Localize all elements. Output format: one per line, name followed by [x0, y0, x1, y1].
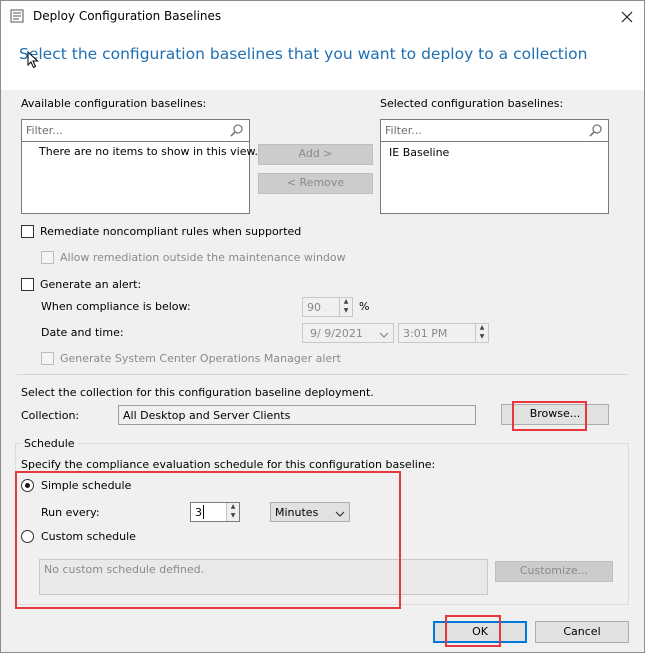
section-divider [17, 374, 628, 375]
generate-alert-checkbox[interactable] [21, 278, 34, 291]
available-filter-input[interactable]: Filter... [22, 120, 249, 142]
collection-intro: Select the collection for this configura… [21, 386, 374, 399]
scom-alert-checkbox[interactable] [41, 352, 54, 365]
time-picker[interactable]: 3:01 PM ▲ ▼ [398, 323, 489, 343]
highlight-box-schedule [15, 471, 401, 609]
dialog-window: Deploy Configuration Baselines Select th… [0, 0, 645, 653]
date-picker[interactable]: 9/ 9/2021 [302, 323, 394, 343]
selected-filter-input[interactable]: Filter... [381, 120, 608, 142]
window-title: Deploy Configuration Baselines [33, 9, 222, 23]
close-icon[interactable] [619, 9, 635, 25]
compliance-below-label: When compliance is below: [41, 300, 191, 313]
available-filter-placeholder: Filter... [26, 124, 63, 137]
title-bar[interactable]: Deploy Configuration Baselines [1, 1, 644, 32]
date-time-label: Date and time: [41, 326, 124, 339]
add-button[interactable]: Add > [258, 144, 373, 165]
selected-baselines-list[interactable]: Filter... IE Baseline [380, 119, 609, 214]
scom-alert-label: Generate System Center Operations Manage… [60, 352, 341, 365]
highlight-box-ok [445, 615, 501, 647]
empty-list-message: There are no items to show in this view. [39, 145, 258, 158]
spin-up-icon[interactable]: ▲ [475, 324, 488, 333]
generate-alert-label: Generate an alert: [40, 278, 142, 291]
chevron-down-icon[interactable] [379, 329, 389, 338]
compliance-value: 90 [307, 301, 321, 314]
allow-remediation-label: Allow remediation outside the maintenanc… [60, 251, 346, 264]
compliance-stepper[interactable]: 90 ▲ ▼ [302, 297, 353, 317]
app-icon [10, 9, 24, 23]
collection-field: All Desktop and Server Clients [118, 405, 476, 425]
spin-down-icon[interactable]: ▼ [339, 307, 352, 316]
remediate-label: Remediate noncompliant rules when suppor… [40, 225, 302, 238]
collection-label: Collection: [21, 409, 80, 422]
search-icon[interactable] [589, 123, 603, 137]
available-baselines-list[interactable]: Filter... There are no items to show in … [21, 119, 258, 214]
selected-baselines-label: Selected configuration baselines: [380, 97, 564, 110]
list-item[interactable]: IE Baseline [389, 146, 449, 159]
highlight-box-browse [512, 401, 587, 431]
time-value: 3:01 PM [403, 327, 448, 340]
mouse-cursor-icon [27, 50, 39, 69]
remediate-checkbox[interactable] [21, 225, 34, 238]
selected-filter-placeholder: Filter... [385, 124, 422, 137]
cancel-button[interactable]: Cancel [535, 621, 629, 643]
schedule-group-label: Schedule [21, 437, 78, 450]
percent-unit: % [359, 300, 370, 313]
collection-value: All Desktop and Server Clients [123, 409, 291, 422]
available-baselines-label: Available configuration baselines: [21, 97, 207, 110]
spin-up-icon[interactable]: ▲ [339, 298, 352, 307]
allow-remediation-checkbox[interactable] [41, 251, 54, 264]
search-icon[interactable] [230, 123, 244, 137]
customize-button[interactable]: Customize... [495, 561, 613, 582]
schedule-intro: Specify the compliance evaluation schedu… [21, 458, 436, 471]
spin-down-icon[interactable]: ▼ [475, 333, 488, 342]
date-value: 9/ 9/2021 [310, 327, 363, 340]
page-heading: Select the configuration baselines that … [19, 45, 588, 63]
remove-button[interactable]: < Remove [258, 173, 373, 194]
